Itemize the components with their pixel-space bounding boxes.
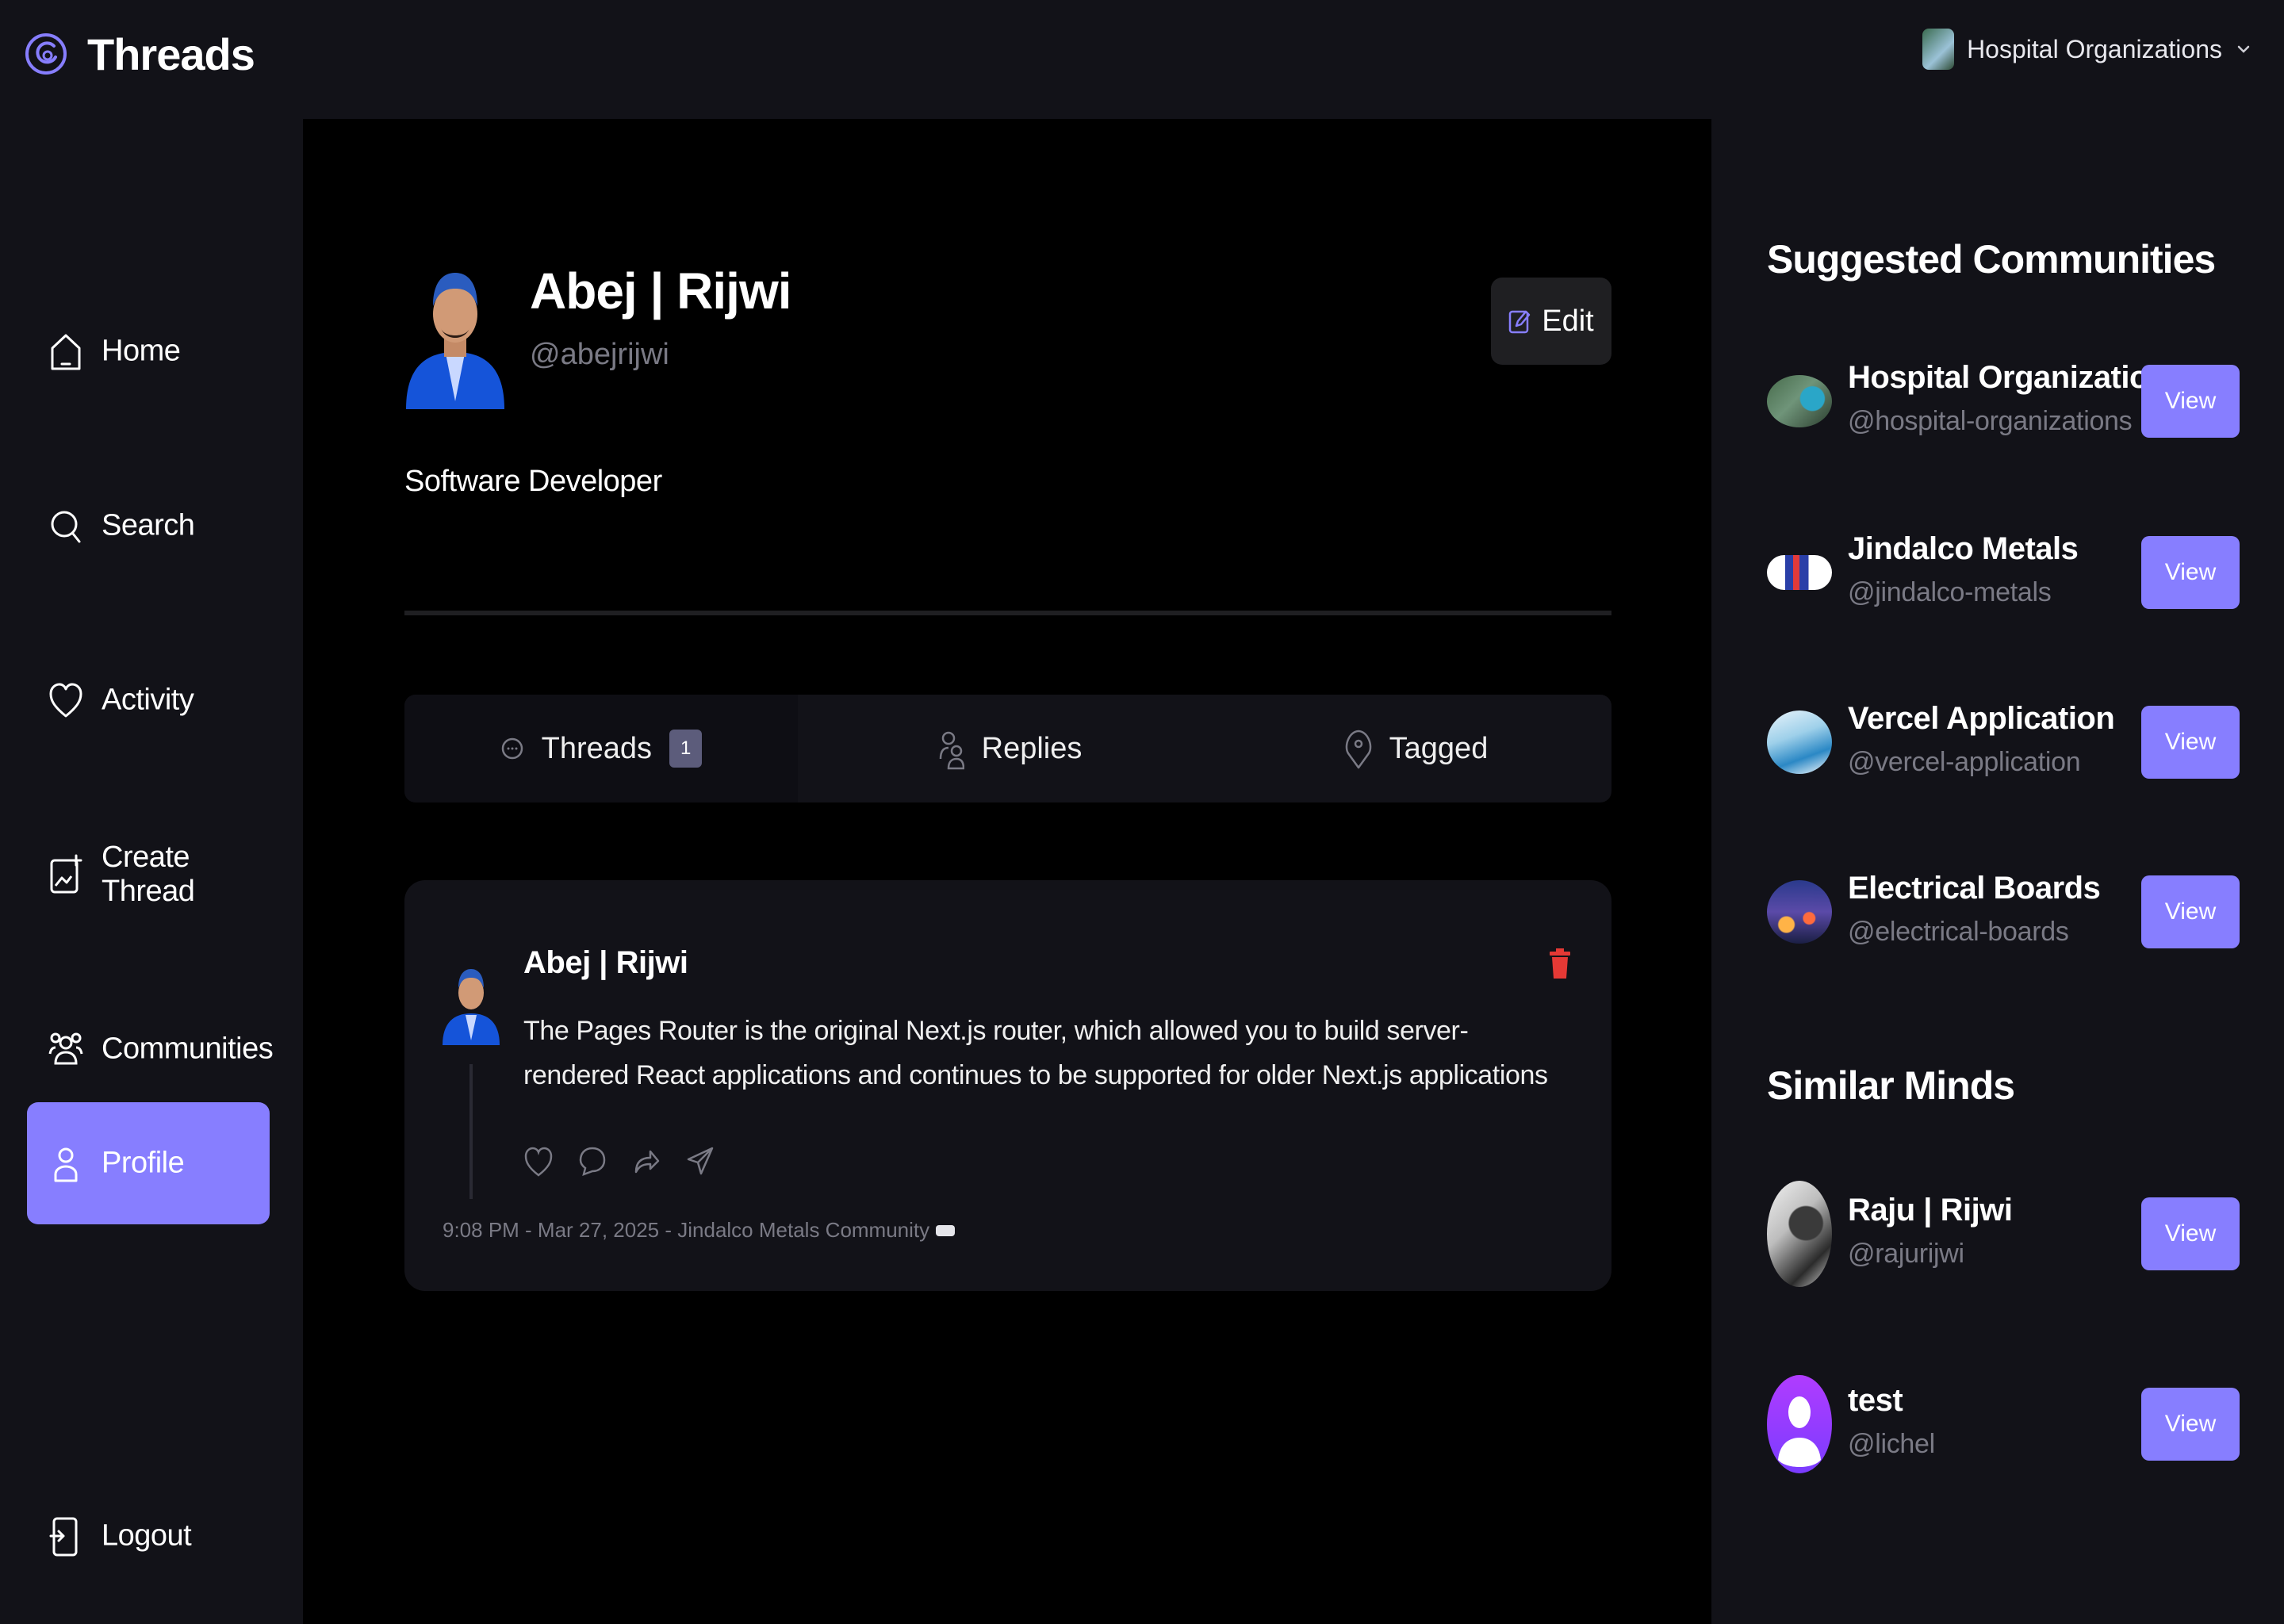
tab-replies[interactable]: Replies: [798, 695, 1221, 802]
sidebar-item-profile[interactable]: Profile: [27, 1102, 270, 1224]
like-heart-icon[interactable]: [523, 1140, 554, 1180]
user-avatar: [1767, 1375, 1832, 1473]
user-handle: @lichel: [1848, 1429, 1935, 1459]
community-handle: @electrical-boards: [1848, 917, 2069, 947]
view-community-button[interactable]: View: [2141, 365, 2240, 438]
sidebar-item-label: Search: [102, 508, 195, 542]
sidebar-item-label: Communities: [102, 1032, 274, 1066]
community-item: Electrical Boards @electrical-boards Vie…: [1767, 864, 2240, 959]
user-handle: @rajurijwi: [1848, 1239, 1964, 1269]
main-content: Abej | Rijwi @abejrijwi Edit Software De…: [303, 119, 1711, 1624]
sidebar-item-create-thread[interactable]: Create Thread: [27, 814, 270, 936]
sidebar-item-label: Create Thread: [102, 841, 195, 908]
edit-icon: [1509, 310, 1531, 334]
thread-actions: [523, 1140, 715, 1180]
sidebar-item-search[interactable]: Search: [27, 465, 270, 587]
threads-count-badge: 1: [669, 730, 703, 768]
community-avatar: [1767, 375, 1832, 427]
community-handle: @hospital-organizations: [1848, 406, 2133, 436]
user-name[interactable]: Raju | Rijwi: [1848, 1193, 2013, 1228]
logout-label: Logout: [102, 1519, 192, 1553]
sidebar-item-home[interactable]: Home: [27, 290, 270, 412]
profile-handle: @abejrijwi: [530, 338, 669, 371]
profile-icon: [54, 1147, 78, 1182]
search-icon: [51, 511, 81, 543]
view-community-button[interactable]: View: [2141, 706, 2240, 779]
community-avatar: [1767, 710, 1832, 774]
thread-card[interactable]: Abej | Rijwi The Pages Router is the ori…: [404, 880, 1611, 1291]
thread-meta[interactable]: 9:08 PM - Mar 27, 2025 - Jindalco Metals…: [443, 1218, 956, 1243]
similar-minds-heading: Similar Minds: [1767, 1063, 2015, 1108]
edit-profile-button[interactable]: Edit: [1491, 278, 1611, 365]
delete-icon[interactable]: [1548, 947, 1572, 980]
reply-icon[interactable]: [577, 1140, 607, 1180]
logout-button[interactable]: Logout: [27, 1475, 270, 1597]
community-avatar: [1767, 880, 1832, 944]
community-name[interactable]: Electrical Boards: [1848, 871, 2101, 906]
suggested-communities-heading: Suggested Communities: [1767, 237, 2216, 282]
profile-tabs: Threads 1 Replies Tagged: [404, 695, 1611, 802]
app-title[interactable]: Threads: [87, 29, 255, 80]
logout-icon: [49, 1517, 78, 1557]
left-sidebar: Home Search Activity Create Thread Commu…: [0, 119, 303, 1624]
user-item: test @lichel View: [1767, 1375, 2240, 1473]
user-avatar: [1767, 1181, 1832, 1287]
tab-label: Tagged: [1389, 731, 1489, 765]
community-handle: @jindalco-metals: [1848, 577, 2052, 607]
create-thread-icon: [50, 854, 82, 894]
profile-divider: [404, 611, 1611, 615]
sidebar-item-label: Profile: [102, 1146, 185, 1180]
community-name[interactable]: Vercel Application: [1848, 701, 2115, 737]
tab-label: Threads: [541, 731, 653, 765]
chevron-down-icon: [2237, 45, 2250, 53]
tab-tagged[interactable]: Tagged: [1221, 695, 1611, 802]
thread-author-name[interactable]: Abej | Rijwi: [523, 945, 688, 981]
community-handle: @vercel-application: [1848, 747, 2081, 777]
view-user-button[interactable]: View: [2141, 1388, 2240, 1461]
topbar: Threads Hospital Organizations: [0, 0, 2284, 119]
sidebar-item-label: Activity: [102, 683, 194, 717]
organization-name: Hospital Organizations: [1967, 34, 2222, 63]
community-name[interactable]: Hospital Organizations: [1848, 360, 2185, 396]
heart-icon: [49, 683, 82, 718]
user-name[interactable]: test: [1848, 1383, 1903, 1419]
tab-label: Replies: [981, 731, 1083, 765]
repost-icon[interactable]: [631, 1140, 661, 1180]
tab-threads[interactable]: Threads 1: [404, 695, 798, 802]
view-community-button[interactable]: View: [2141, 536, 2240, 609]
sidebar-item-communities[interactable]: Communities: [27, 988, 274, 1110]
thread-author-avatar[interactable]: [443, 947, 500, 1045]
right-sidebar: Suggested Communities Hospital Organizat…: [1711, 119, 2284, 1624]
sidebar-item-label: Home: [102, 334, 181, 368]
edit-label: Edit: [1542, 304, 1594, 338]
community-name[interactable]: Jindalco Metals: [1848, 531, 2079, 567]
tag-icon: [1345, 730, 1371, 769]
organization-avatar: [1922, 29, 1955, 70]
community-item: Jindalco Metals @jindalco-metals View: [1767, 525, 2240, 620]
view-user-button[interactable]: View: [2141, 1197, 2240, 1270]
community-item: Vercel Application @vercel-application V…: [1767, 695, 2240, 790]
members-icon: [939, 731, 964, 770]
user-item: Raju | Rijwi @rajurijwi View: [1767, 1181, 2240, 1287]
thread-text: The Pages Router is the original Next.js…: [523, 1016, 1548, 1090]
community-item: Hospital Organizations @hospital-organiz…: [1767, 354, 2240, 449]
thread-meta-text: 9:08 PM - Mar 27, 2025 - Jindalco Metals…: [443, 1218, 930, 1242]
community-image: [936, 1224, 956, 1236]
profile-bio: Software Developer: [404, 465, 662, 498]
home-icon: [51, 334, 81, 370]
thread-line: [469, 1064, 473, 1199]
chat-icon: [501, 737, 523, 760]
profile-avatar: [406, 273, 504, 409]
community-avatar: [1767, 555, 1832, 590]
organization-switcher[interactable]: Hospital Organizations: [1922, 29, 2252, 70]
communities-icon: [48, 1032, 83, 1065]
profile-name: Abej | Rijwi: [530, 262, 791, 320]
sidebar-item-activity[interactable]: Activity: [27, 639, 270, 761]
share-icon[interactable]: [685, 1140, 715, 1180]
view-community-button[interactable]: View: [2141, 875, 2240, 948]
threads-logo-icon[interactable]: [24, 22, 68, 86]
